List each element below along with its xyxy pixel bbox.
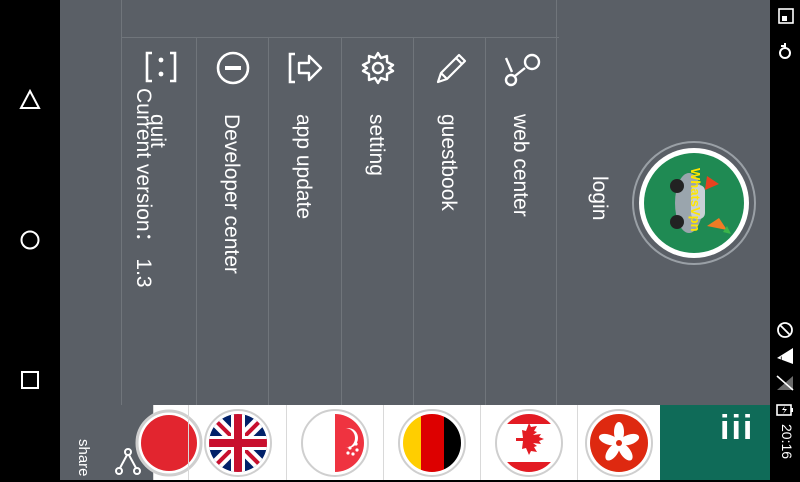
canada-flag-icon bbox=[495, 408, 563, 477]
wifi-icon: ! bbox=[775, 346, 795, 371]
minus-circle-icon bbox=[215, 50, 251, 91]
developer-center-label: Developer center bbox=[220, 114, 243, 274]
clock-text: 20:16 bbox=[779, 424, 795, 460]
menu-item-web-center[interactable]: web center bbox=[486, 38, 556, 405]
side-drawer: Current version： 1.3 quit Developer cent… bbox=[60, 0, 770, 405]
menu-toggle-button[interactable]: iii bbox=[660, 405, 770, 480]
gear-icon bbox=[360, 50, 396, 91]
menu-item-app-update[interactable]: app update bbox=[269, 38, 341, 405]
menu-item-guestbook[interactable]: guestbook bbox=[414, 38, 485, 405]
quit-icon bbox=[143, 50, 179, 89]
guestbook-label: guestbook bbox=[437, 114, 460, 211]
battery-icon bbox=[776, 401, 794, 424]
menu-item-setting[interactable]: setting bbox=[342, 38, 413, 405]
singapore-flag-icon bbox=[301, 408, 369, 477]
server-flag-singapore[interactable] bbox=[286, 405, 383, 480]
quit-label: quit bbox=[146, 114, 169, 148]
menu-glyph: iii bbox=[720, 409, 755, 447]
menu-item-developer-center[interactable]: Developer center bbox=[197, 38, 268, 405]
uk-flag-icon bbox=[203, 408, 272, 477]
status-bar: ! 20:16 bbox=[770, 0, 800, 480]
server-flag-united-kingdom[interactable] bbox=[188, 405, 286, 480]
share-label: share bbox=[75, 439, 92, 477]
drawer-divider bbox=[121, 0, 122, 405]
home-icon[interactable] bbox=[14, 224, 46, 256]
server-flag-partial[interactable] bbox=[135, 405, 203, 480]
germany-flag-icon bbox=[398, 408, 466, 477]
web-center-label: web center bbox=[509, 114, 532, 217]
web-center-icon bbox=[502, 50, 542, 95]
vpn-key-icon bbox=[776, 42, 794, 65]
server-flag-germany[interactable] bbox=[383, 405, 480, 480]
pencil-icon bbox=[432, 50, 470, 93]
do-not-disturb-icon bbox=[776, 321, 794, 344]
navigation-bar bbox=[0, 0, 60, 480]
app-logo: WhatsVpn bbox=[631, 140, 757, 266]
update-icon bbox=[287, 50, 325, 91]
server-bar: share iii bbox=[60, 405, 770, 480]
svg-text:!: ! bbox=[780, 355, 783, 365]
setting-label: setting bbox=[365, 114, 388, 176]
app-update-label: app update bbox=[292, 114, 315, 220]
notification-icon bbox=[778, 8, 794, 29]
signal-icon bbox=[775, 374, 795, 397]
back-icon[interactable] bbox=[14, 84, 46, 116]
hong-kong-flag-icon bbox=[585, 408, 653, 477]
recents-icon[interactable] bbox=[14, 364, 46, 396]
server-flag-hong-kong[interactable] bbox=[577, 405, 660, 480]
menu-item-quit[interactable]: quit bbox=[123, 38, 196, 405]
logo-text: WhatsVpn bbox=[688, 168, 703, 232]
server-flag-canada[interactable] bbox=[480, 405, 577, 480]
login-label: login bbox=[588, 176, 611, 221]
